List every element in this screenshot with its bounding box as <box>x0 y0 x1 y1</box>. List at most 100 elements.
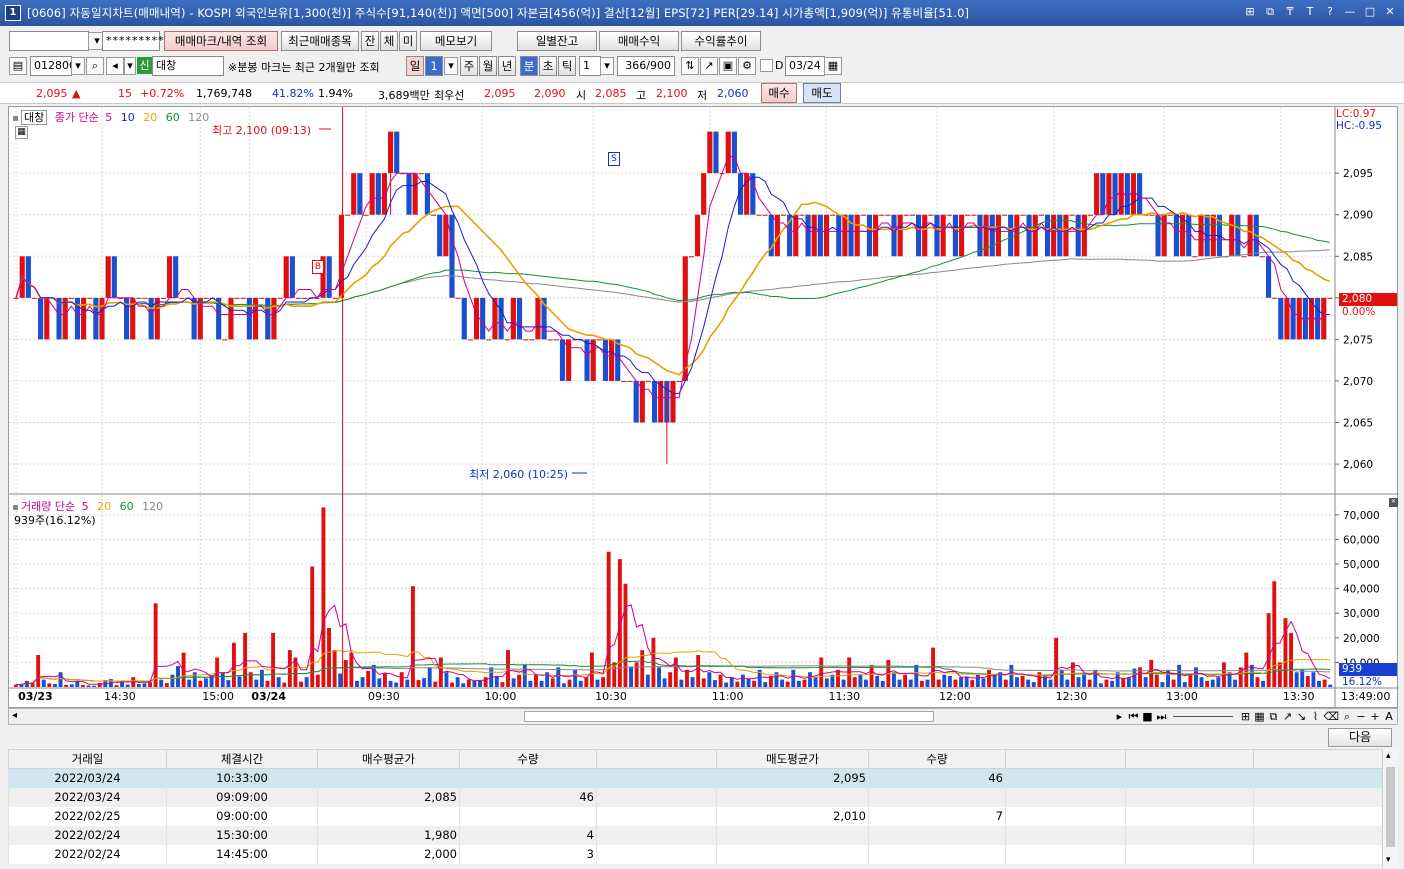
eraser-icon[interactable]: ⌫ <box>1323 710 1339 723</box>
scroll-up-icon[interactable]: ▴ <box>1386 751 1391 761</box>
date-checkbox[interactable] <box>760 59 773 72</box>
col-sell-qty[interactable]: 수량 <box>868 749 1006 769</box>
scroll-left-icon[interactable]: ◂ <box>12 710 17 721</box>
password-field[interactable]: ********* <box>102 31 164 51</box>
bar-count-field[interactable]: 366/900 <box>617 56 675 76</box>
table-scroll-thumb[interactable] <box>1386 767 1395 847</box>
interval-input[interactable]: 1 <box>579 56 601 76</box>
next-button[interactable]: 다음 <box>1328 728 1392 747</box>
copy-chart-icon[interactable]: ⧉ <box>1267 710 1279 724</box>
stock-name-label[interactable]: 대창 <box>21 110 48 125</box>
link-icon[interactable]: ⊞ <box>1242 4 1258 20</box>
candle <box>1235 214 1241 257</box>
stock-name-field[interactable]: 대창 <box>152 56 224 76</box>
rewind-icon[interactable]: ⏮ <box>1127 710 1139 724</box>
stock-code-input[interactable]: 012800 <box>30 56 76 76</box>
period-month-button[interactable]: 월 <box>479 56 497 76</box>
table-row[interactable]: 2022/03/24 10:33:00 2,095 46 <box>8 768 1383 788</box>
layout-icon[interactable]: ▤ <box>9 57 27 75</box>
date-input[interactable]: 03/24 <box>785 56 825 76</box>
calendar-icon[interactable]: ▦ <box>824 57 842 75</box>
zoom-out-icon[interactable]: − <box>1355 710 1367 723</box>
day-count-dropdown-icon[interactable]: ▾ <box>444 57 458 75</box>
interval-dropdown-icon[interactable]: ▾ <box>600 57 614 75</box>
grid-table-icon[interactable]: ▦ <box>15 126 28 139</box>
fib-icon[interactable]: ⌇ <box>1309 710 1321 723</box>
table-scrollbar[interactable]: ▴ ▾ <box>1382 749 1398 867</box>
table-icon[interactable]: ▦ <box>1253 710 1265 723</box>
chart-settings-icon[interactable]: ⇅ <box>681 57 699 75</box>
search-icon[interactable]: ⌕ <box>86 57 104 75</box>
crosshair-icon[interactable]: ⊞ <box>1239 710 1251 723</box>
table-row[interactable]: 2022/02/24 15:30:00 1,980 4 <box>8 825 1383 845</box>
forward-icon[interactable]: ⏭ <box>1155 710 1167 724</box>
low-annotation: 최저 2,060 (10:25) <box>469 468 569 481</box>
window-number[interactable]: 1 <box>5 5 21 21</box>
memo-view-button[interactable]: 메모보기 <box>420 31 492 51</box>
close-icon[interactable]: ✕ <box>1382 4 1398 20</box>
sell-marker[interactable]: S <box>608 152 620 166</box>
code-dropdown-icon[interactable]: ▾ <box>71 57 85 75</box>
zoom-in-icon[interactable]: + <box>1369 710 1381 723</box>
stop-icon[interactable]: ■ <box>1141 710 1153 723</box>
magnify-icon[interactable]: ⌕ <box>1341 710 1353 724</box>
help-icon[interactable]: ? <box>1322 4 1338 20</box>
col-trade-date[interactable]: 거래일 <box>8 749 167 769</box>
text-tool-icon[interactable]: A <box>1383 710 1395 723</box>
return-trend-button[interactable]: 수익률추이 <box>681 31 761 51</box>
table-row[interactable]: 2022/02/24 14:45:00 2,000 3 <box>8 844 1383 864</box>
trend-icon[interactable]: ↗ <box>1281 710 1293 723</box>
filled-button[interactable]: 체 <box>380 31 398 51</box>
col-exec-time[interactable]: 체결시간 <box>166 749 318 769</box>
col-buy-avg[interactable]: 매수평균가 <box>317 749 460 769</box>
period-second-button[interactable]: 초 <box>539 56 557 76</box>
scroll-down-icon[interactable]: ▾ <box>1386 855 1391 865</box>
col-buy-qty[interactable]: 수량 <box>459 749 597 769</box>
minimize-icon[interactable]: — <box>1342 4 1358 20</box>
table-row[interactable]: 2022/02/25 09:00:00 2,010 7 <box>8 806 1383 826</box>
pin-icon[interactable]: ₸ <box>1282 4 1298 20</box>
zoom-slider[interactable] <box>1173 716 1234 717</box>
sell-button[interactable]: 매도 <box>803 83 841 103</box>
speaker-dropdown-icon[interactable]: ▾ <box>124 57 136 75</box>
trend2-icon[interactable]: ↘ <box>1295 710 1307 723</box>
save-icon[interactable]: ▣ <box>719 57 737 75</box>
draw-tool-icon[interactable]: ↗ <box>700 57 718 75</box>
buy-marker[interactable]: B <box>312 260 324 274</box>
table-row[interactable]: 2022/03/24 09:09:00 2,085 46 <box>8 787 1383 807</box>
gear-icon[interactable]: ⚙ <box>738 57 756 75</box>
trade-profit-button[interactable]: 매매수익 <box>599 31 679 51</box>
maximize-icon[interactable]: □ <box>1362 4 1378 20</box>
unfilled-button[interactable]: 미 <box>399 31 417 51</box>
volume-bar <box>1277 662 1282 687</box>
scroll-thumb[interactable] <box>524 711 934 722</box>
font-icon[interactable]: T <box>1302 4 1318 20</box>
scroll-right-icon[interactable]: ▸ <box>1113 710 1125 723</box>
col-sell-avg[interactable]: 매도평균가 <box>716 749 869 769</box>
volume-bar <box>970 680 975 687</box>
panel-close-icon[interactable]: × <box>1389 498 1398 507</box>
volume-bar <box>1255 677 1260 687</box>
chart-area[interactable]: 03/23 14:30 15:00 03/24 09:30 10:00 10:30 11:00… <box>8 106 1399 709</box>
period-minute-button[interactable]: 분 <box>520 56 538 76</box>
period-day-button[interactable]: 일 <box>406 56 424 76</box>
chart-scrollbar[interactable]: ◂ ▸ ⏮ ■ ⏭ ⊞ ▦ ⧉ ↗ ↘ ⌇ ⌫ ⌕ − + A <box>8 708 1398 725</box>
volume-bar <box>1110 680 1115 687</box>
candle <box>1137 173 1143 215</box>
daily-balance-button[interactable]: 일별잔고 <box>517 31 597 51</box>
recent-trades-button[interactable]: 최근매매종목 <box>281 31 359 51</box>
speaker-icon[interactable]: ◂ <box>106 57 124 75</box>
period-week-button[interactable]: 주 <box>460 56 478 76</box>
table-cell <box>1005 825 1126 845</box>
period-year-button[interactable]: 년 <box>498 56 516 76</box>
candle <box>93 297 99 340</box>
buy-button[interactable]: 매수 <box>761 83 797 103</box>
period-day-count[interactable]: 1 <box>425 56 443 76</box>
account-select[interactable] <box>9 31 89 51</box>
table-cell <box>1253 768 1383 788</box>
period-tick-button[interactable]: 틱 <box>558 56 576 76</box>
trade-mark-query-button[interactable]: 매매마크/내역 조회 <box>164 31 278 51</box>
volume-bar <box>237 676 242 687</box>
balance-button[interactable]: 잔 <box>361 31 379 51</box>
copy-icon[interactable]: ⧉ <box>1262 4 1278 20</box>
